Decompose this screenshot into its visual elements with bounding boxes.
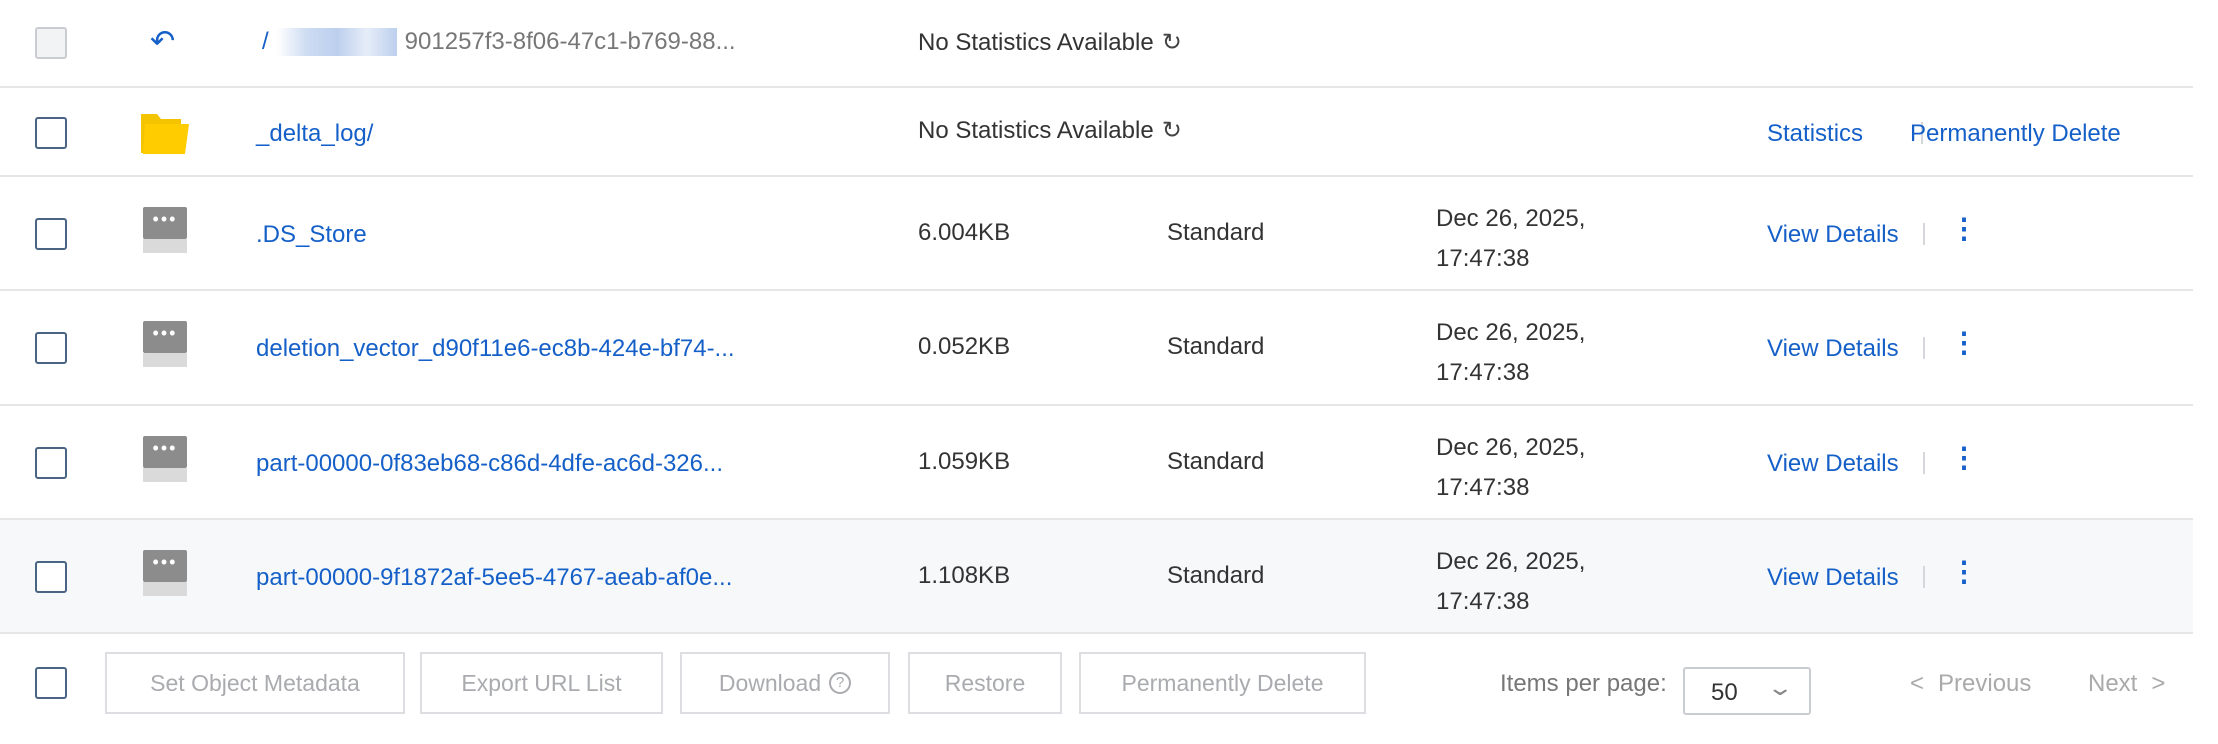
more-options-icon[interactable]: ⋮ xyxy=(1950,444,1978,472)
time: 17:47:38 xyxy=(1436,245,1530,272)
file-icon: ••• xyxy=(143,550,187,596)
file-size: 1.059KB xyxy=(918,448,1011,475)
row-checkbox[interactable] xyxy=(35,117,67,149)
select-value: 50 xyxy=(1711,679,1738,706)
file-icon: ••• xyxy=(143,436,187,482)
stats-cell: No Statistics Available ↻ xyxy=(918,28,1182,57)
items-per-page-select[interactable]: 50 ⌄ xyxy=(1683,667,1811,715)
folder-name-link[interactable]: _delta_log/ xyxy=(256,120,373,148)
row-checkbox[interactable] xyxy=(35,218,67,250)
row-checkbox[interactable] xyxy=(35,27,67,59)
previous-button[interactable]: < Previous xyxy=(1910,670,2031,698)
restore-button[interactable]: Restore xyxy=(908,652,1062,714)
chevron-right-icon: > xyxy=(2151,670,2166,697)
last-modified: Dec 26, 2025, 17:47:38 xyxy=(1436,428,1585,508)
more-options-icon[interactable]: ⋮ xyxy=(1950,558,1978,586)
file-name-link[interactable]: .DS_Store xyxy=(256,221,367,249)
last-modified: Dec 26, 2025, 17:47:38 xyxy=(1436,313,1585,393)
view-details-link[interactable]: View Details xyxy=(1767,450,1899,478)
storage-class: Standard xyxy=(1167,333,1265,360)
folder-row: _delta_log/ No Statistics Available ↻ Sta… xyxy=(0,88,2193,177)
download-label: Download xyxy=(718,669,822,696)
file-name-link[interactable]: deletion_vector_d90f11e6-ec8b-424e-bf74-… xyxy=(256,335,735,363)
row-checkbox[interactable] xyxy=(35,447,67,479)
date: Dec 26, 2025, xyxy=(1436,434,1586,461)
divider xyxy=(1923,337,1925,359)
permanently-delete-link[interactable]: Permanently Delete xyxy=(1910,120,2121,148)
next-label: Next xyxy=(2088,670,2138,697)
items-per-page-label: Items per page: xyxy=(1500,670,1667,697)
file-size: 1.108KB xyxy=(918,562,1011,589)
statistics-link[interactable]: Statistics xyxy=(1767,120,1863,148)
view-details-link[interactable]: View Details xyxy=(1767,221,1899,249)
path-prefix: / xyxy=(262,28,269,55)
time: 17:47:38 xyxy=(1436,474,1530,501)
permanently-delete-button[interactable]: Permanently Delete xyxy=(1079,652,1366,714)
file-row: ••• deletion_vector_d90f11e6-ec8b-424e-b… xyxy=(0,291,2193,406)
storage-class: Standard xyxy=(1167,448,1265,475)
select-all-checkbox[interactable] xyxy=(35,667,67,699)
back-arrow-icon[interactable]: ↶ xyxy=(150,24,175,59)
file-name-link[interactable]: part-00000-9f1872af-5ee5-4767-aeab-af0e.… xyxy=(256,564,732,592)
chevron-left-icon: < xyxy=(1910,670,1925,697)
stats-text: No Statistics Available xyxy=(918,29,1154,56)
date: Dec 26, 2025, xyxy=(1436,548,1586,575)
file-row: ••• .DS_Store 6.004KB Standard Dec 26, 2… xyxy=(0,177,2193,291)
stats-text: No Statistics Available xyxy=(918,117,1154,144)
time: 17:47:38 xyxy=(1436,359,1530,386)
download-button[interactable]: Download? xyxy=(680,652,890,714)
folder-icon xyxy=(141,114,189,154)
date: Dec 26, 2025, xyxy=(1436,205,1586,232)
file-name-link[interactable]: part-00000-0f83eb68-c86d-4dfe-ac6d-326..… xyxy=(256,450,723,478)
file-size: 6.004KB xyxy=(918,219,1011,246)
next-button[interactable]: Next > xyxy=(2088,670,2165,698)
more-options-icon[interactable]: ⋮ xyxy=(1950,215,1978,243)
last-modified: Dec 26, 2025, 17:47:38 xyxy=(1436,542,1585,622)
parent-path[interactable]: / 901257f3-8f06-47c1-b769-88... xyxy=(262,28,736,56)
file-icon: ••• xyxy=(143,207,187,253)
refresh-icon[interactable]: ↻ xyxy=(1162,28,1182,57)
storage-class: Standard xyxy=(1167,219,1265,246)
set-object-metadata-button[interactable]: Set Object Metadata xyxy=(105,652,405,714)
refresh-icon[interactable]: ↻ xyxy=(1162,116,1182,145)
storage-class: Standard xyxy=(1167,562,1265,589)
previous-label: Previous xyxy=(1938,670,2032,697)
divider xyxy=(1923,566,1925,588)
file-icon: ••• xyxy=(143,321,187,367)
file-size: 0.052KB xyxy=(918,333,1011,360)
last-modified: Dec 26, 2025, 17:47:38 xyxy=(1436,199,1585,279)
row-checkbox[interactable] xyxy=(35,332,67,364)
divider xyxy=(1923,452,1925,474)
file-row: ••• part-00000-9f1872af-5ee5-4767-aeab-a… xyxy=(0,520,2193,634)
date: Dec 26, 2025, xyxy=(1436,319,1586,346)
export-url-list-button[interactable]: Export URL List xyxy=(420,652,663,714)
file-row: ••• part-00000-0f83eb68-c86d-4dfe-ac6d-3… xyxy=(0,406,2193,520)
stats-cell: No Statistics Available ↻ xyxy=(918,116,1182,145)
redacted-path xyxy=(276,28,397,56)
row-checkbox[interactable] xyxy=(35,561,67,593)
parent-row: ↶ / 901257f3-8f06-47c1-b769-88... No Sta… xyxy=(0,0,2193,88)
path-suffix: 901257f3-8f06-47c1-b769-88... xyxy=(404,28,736,55)
view-details-link[interactable]: View Details xyxy=(1767,335,1899,363)
more-options-icon[interactable]: ⋮ xyxy=(1950,329,1978,357)
divider xyxy=(1923,223,1925,245)
chevron-down-icon: ⌄ xyxy=(1766,675,1795,700)
view-details-link[interactable]: View Details xyxy=(1767,564,1899,592)
time: 17:47:38 xyxy=(1436,588,1530,615)
help-icon: ? xyxy=(829,672,852,694)
